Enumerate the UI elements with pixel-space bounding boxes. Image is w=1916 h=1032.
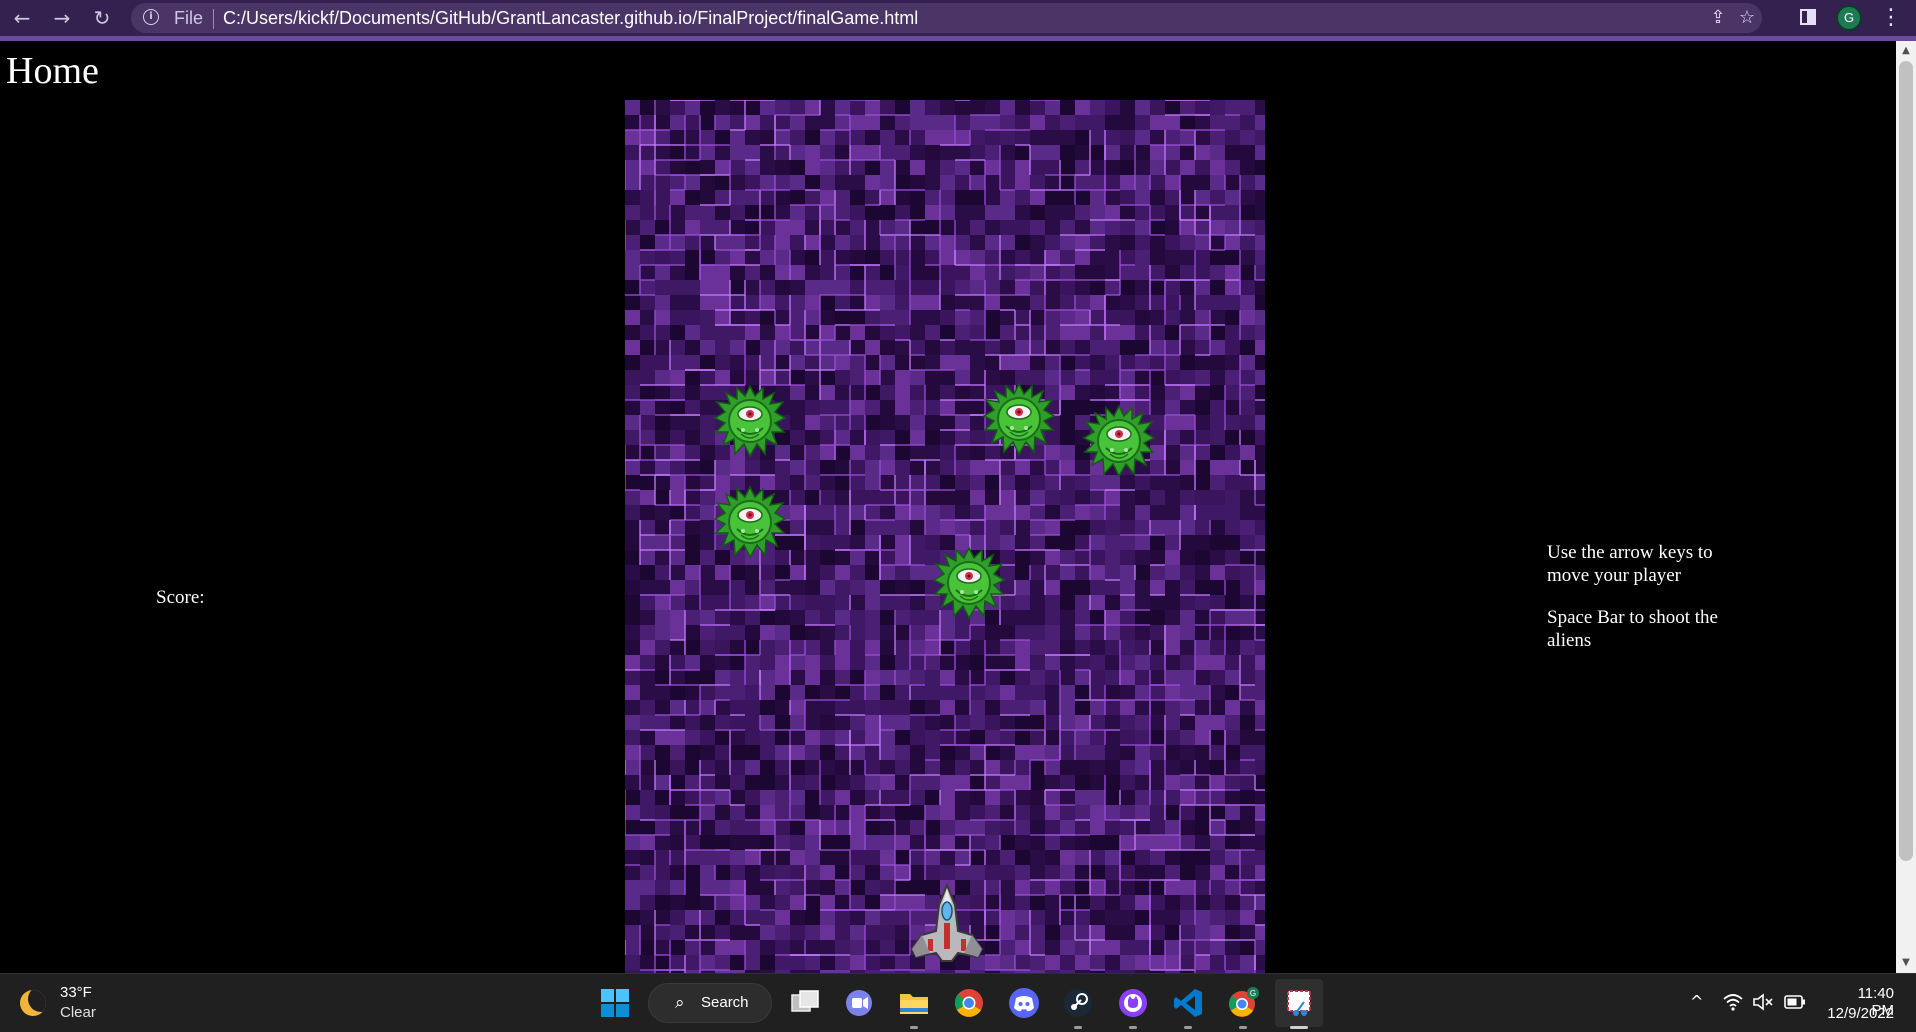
alien-sprite [983, 383, 1055, 455]
snipping-tool-icon[interactable] [1282, 986, 1316, 1020]
scroll-thumb[interactable] [1899, 61, 1913, 861]
taskbar-search-button[interactable]: ⌕ Search [648, 983, 772, 1023]
alien-sprite [1083, 405, 1155, 477]
steam-icon[interactable] [1061, 986, 1095, 1020]
running-indicator [1239, 1026, 1247, 1029]
taskbar-search-label: Search [701, 994, 749, 1011]
bookmark-star-icon[interactable]: ☆ [1735, 6, 1759, 30]
browser-toolbar: ← → ↻ i File C:/Users/kickf/Documents/Gi… [0, 0, 1916, 41]
share-icon[interactable]: ⇪ [1706, 6, 1730, 30]
running-indicator [1184, 1026, 1192, 1029]
url-text[interactable]: C:/Users/kickf/Documents/GitHub/GrantLan… [223, 8, 918, 29]
wifi-icon[interactable] [1722, 992, 1744, 1012]
profile-avatar[interactable]: G [1836, 5, 1862, 31]
chrome-icon[interactable] [952, 986, 986, 1020]
scroll-down-icon[interactable]: ▼ [1896, 953, 1916, 973]
back-button[interactable]: ← [8, 4, 36, 32]
moon-icon [20, 990, 46, 1016]
running-indicator [910, 1026, 918, 1029]
alien-sprite [933, 547, 1005, 619]
battery-icon[interactable] [1784, 994, 1806, 1010]
running-indicator [1074, 1026, 1082, 1029]
chevron-up-icon[interactable]: ^ [1690, 992, 1703, 1012]
github-desktop-icon[interactable] [1116, 986, 1150, 1020]
browser-menu-icon[interactable]: ⋮ [1880, 4, 1902, 32]
teams-chat-icon[interactable] [842, 986, 876, 1020]
clock-date[interactable]: 12/9/2022 [1824, 1005, 1894, 1022]
scroll-up-icon[interactable]: ▲ [1896, 41, 1916, 61]
instructions-shoot: Space Bar to shoot the aliens [1547, 607, 1718, 651]
chrome-profile-icon[interactable]: G [1226, 986, 1260, 1020]
file-explorer-icon[interactable] [897, 986, 931, 1020]
page-viewport: Home Score: Use the arrow keys to move y… [0, 41, 1896, 973]
windows-start-icon[interactable] [598, 986, 632, 1020]
score-label: Score: [156, 587, 205, 608]
weather-condition: Clear [60, 1004, 96, 1021]
speaker-muted-icon[interactable] [1752, 992, 1774, 1012]
alien-sprite [714, 486, 786, 558]
discord-icon[interactable] [1007, 986, 1041, 1020]
instructions: Use the arrow keys to move your player S… [1547, 541, 1747, 671]
svg-text:G: G [1250, 989, 1256, 998]
forward-button[interactable]: → [48, 4, 76, 32]
vs-code-icon[interactable] [1171, 986, 1205, 1020]
search-icon: ⌕ [675, 993, 685, 1013]
player-spaceship [910, 883, 984, 962]
alien-sprite [714, 385, 786, 457]
info-icon[interactable]: i [143, 9, 159, 25]
running-indicator-active [1290, 1026, 1308, 1029]
side-panel-icon[interactable] [1800, 9, 1816, 25]
page-scrollbar[interactable]: ▲ ▼ [1896, 41, 1916, 973]
home-link[interactable]: Home [6, 49, 99, 93]
reload-button[interactable]: ↻ [88, 4, 116, 32]
weather-temperature: 33°F [60, 984, 92, 1001]
task-view-icon[interactable] [788, 986, 822, 1020]
game-canvas[interactable] [625, 100, 1265, 973]
windows-taskbar: 33°F Clear ⌕ Search G ^ 11:40 PM 12/9/20… [0, 973, 1916, 1032]
instructions-move: Use the arrow keys to move your player [1547, 542, 1713, 586]
site-info-label: File [174, 8, 204, 28]
running-indicator [1129, 1026, 1137, 1029]
address-separator [213, 9, 214, 29]
address-bar[interactable]: i File C:/Users/kickf/Documents/GitHub/G… [131, 3, 1762, 33]
